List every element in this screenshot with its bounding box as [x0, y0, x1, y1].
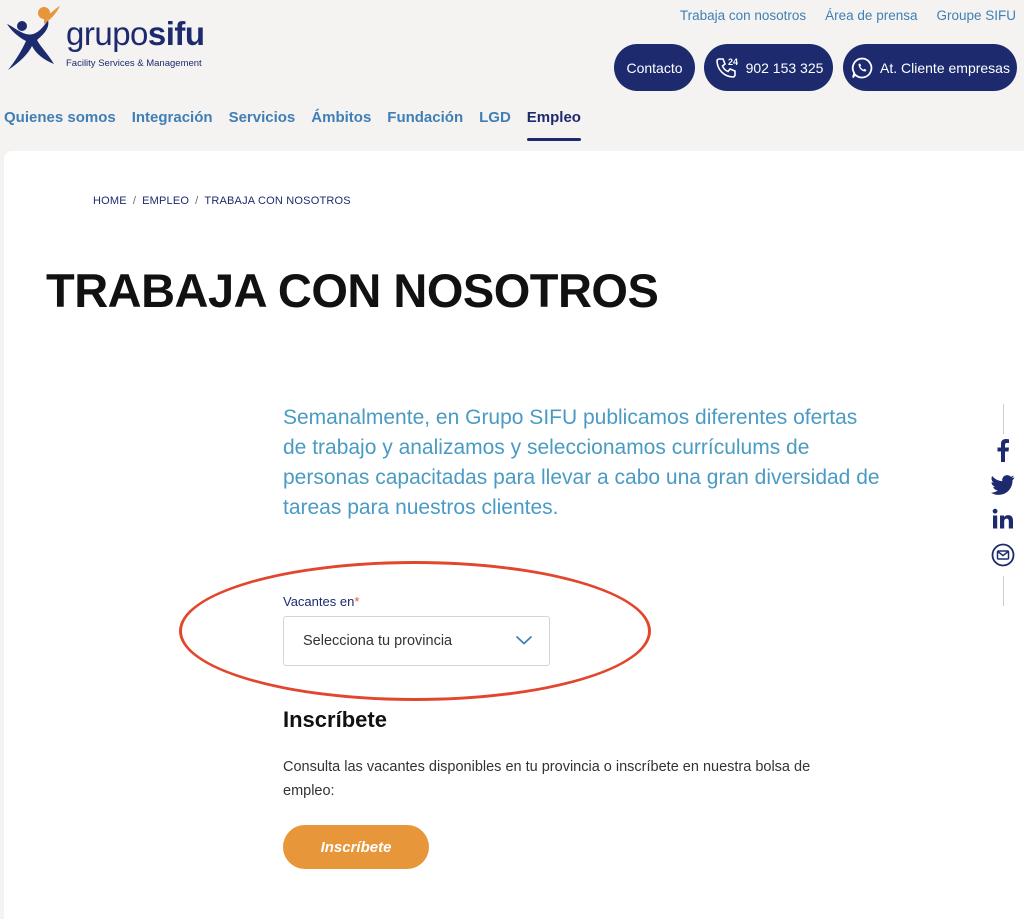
- phone-button[interactable]: 24 902 153 325: [704, 44, 833, 91]
- province-select-value: Selecciona tu provincia: [303, 633, 453, 649]
- nav-quienes-somos[interactable]: Quienes somos: [4, 109, 116, 126]
- breadcrumb-current: TRABAJA CON NOSOTROS: [204, 195, 351, 207]
- breadcrumb-home[interactable]: HOME: [93, 195, 127, 207]
- page-title: TRABAJA CON NOSOTROS: [46, 264, 659, 317]
- nav-ambitos[interactable]: Ámbitos: [311, 109, 371, 126]
- whatsapp-icon: [851, 57, 873, 78]
- share-divider: [1002, 404, 1004, 434]
- province-select[interactable]: Selecciona tu provincia: [283, 616, 550, 666]
- contact-button[interactable]: Contacto: [614, 44, 695, 91]
- whatsapp-button[interactable]: At. Cliente empresas: [843, 44, 1017, 91]
- nav-fundacion[interactable]: Fundación: [387, 109, 463, 126]
- svg-text:24: 24: [728, 57, 738, 67]
- logo-figure-icon: [7, 6, 60, 70]
- main-nav: Quienes somos Integración Servicios Ámbi…: [4, 109, 582, 141]
- whatsapp-label: At. Cliente empresas: [880, 59, 1010, 76]
- nav-empleo[interactable]: Empleo: [526, 109, 582, 141]
- chevron-down-icon: [516, 636, 532, 645]
- email-icon[interactable]: [991, 543, 1015, 572]
- breadcrumb: HOME / EMPLEO / TRABAJA CON NOSOTROS: [93, 195, 351, 207]
- nav-lgd[interactable]: LGD: [479, 109, 511, 126]
- link-trabaja-con-nosotros[interactable]: Trabaja con nosotros: [680, 8, 806, 23]
- subscribe-description: Consulta las vacantes disponibles en tu …: [283, 759, 811, 799]
- top-links: Trabaja con nosotros Área de prensa Grou…: [680, 8, 1016, 23]
- subscribe-button[interactable]: Inscríbete: [283, 825, 429, 869]
- logo-tagline: Facility Services & Management: [66, 58, 202, 69]
- breadcrumb-separator: /: [132, 195, 137, 207]
- logo[interactable]: gruposifu Facility Services & Management: [4, 4, 214, 76]
- subscribe-heading: Inscríbete: [283, 707, 387, 732]
- contact-button-label: Contacto: [626, 59, 683, 76]
- phone-24h-icon: 24: [715, 57, 738, 78]
- link-groupe-sifu[interactable]: Groupe SIFU: [936, 8, 1016, 23]
- vacancies-label: Vacantes en*: [283, 594, 360, 609]
- logo-wordmark: gruposifu: [66, 15, 205, 52]
- facebook-icon[interactable]: [996, 438, 1010, 467]
- linkedin-icon[interactable]: [992, 508, 1014, 535]
- required-mark: *: [354, 594, 360, 609]
- nav-servicios[interactable]: Servicios: [229, 109, 296, 126]
- breadcrumb-empleo[interactable]: EMPLEO: [142, 195, 189, 207]
- nav-integracion[interactable]: Integración: [132, 109, 213, 126]
- phone-number: 902 153 325: [745, 59, 824, 76]
- link-area-de-prensa[interactable]: Área de prensa: [825, 8, 917, 23]
- share-divider: [1002, 576, 1004, 606]
- intro-text: Semanalmente, en Grupo SIFU publicamos d…: [283, 406, 880, 519]
- breadcrumb-separator: /: [195, 195, 199, 207]
- content-card: HOME / EMPLEO / TRABAJA CON NOSOTROS TRA…: [4, 151, 1024, 919]
- share-rail: [989, 404, 1017, 606]
- twitter-icon[interactable]: [991, 475, 1015, 500]
